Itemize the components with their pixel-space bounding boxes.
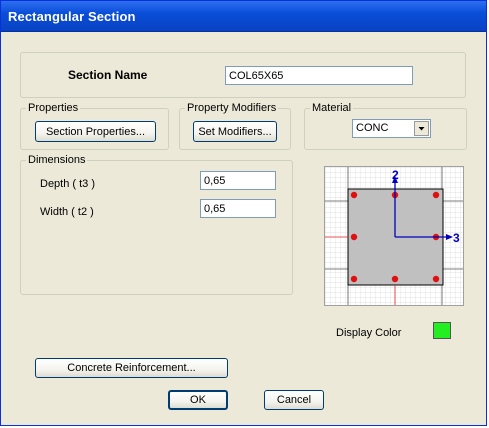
section-name-label: Section Name <box>68 68 148 82</box>
dimensions-legend: Dimensions <box>26 153 88 167</box>
set-modifiers-button[interactable]: Set Modifiers... <box>193 121 277 142</box>
axis-3-label: 3 <box>453 231 460 245</box>
rebar-dot <box>391 275 399 283</box>
properties-legend: Properties <box>26 101 81 115</box>
material-legend: Material <box>310 101 354 115</box>
display-color-label: Display Color <box>336 327 402 339</box>
axis-2-label: 2 <box>392 168 399 182</box>
rebar-dot <box>432 275 440 283</box>
rebar-dot <box>350 191 358 199</box>
section-properties-button[interactable]: Section Properties... <box>35 121 156 142</box>
cancel-button[interactable]: Cancel <box>264 390 324 410</box>
section-preview-drawing: 2 3 <box>325 167 463 305</box>
material-selected-value: CONC <box>356 122 389 134</box>
rebar-dot <box>432 191 440 199</box>
ok-button[interactable]: OK <box>168 390 228 410</box>
width-input[interactable] <box>200 199 276 218</box>
concrete-reinforcement-button[interactable]: Concrete Reinforcement... <box>35 358 228 378</box>
property-modifiers-legend: Property Modifiers <box>185 101 279 115</box>
section-name-input[interactable] <box>225 66 413 85</box>
depth-input[interactable] <box>200 171 276 190</box>
title-bar[interactable]: Rectangular Section <box>1 1 486 32</box>
material-select[interactable]: CONC <box>352 119 431 138</box>
rebar-dot <box>350 275 358 283</box>
window-title: Rectangular Section <box>8 9 136 24</box>
depth-label: Depth ( t3 ) <box>40 178 96 190</box>
rectangular-section-dialog: Rectangular Section Section Name Propert… <box>0 0 487 426</box>
display-color-swatch[interactable] <box>433 322 451 339</box>
section-preview: 2 3 <box>324 166 464 306</box>
rebar-dot <box>350 233 358 241</box>
width-label: Width ( t2 ) <box>40 206 94 218</box>
chevron-down-icon[interactable] <box>414 121 429 136</box>
